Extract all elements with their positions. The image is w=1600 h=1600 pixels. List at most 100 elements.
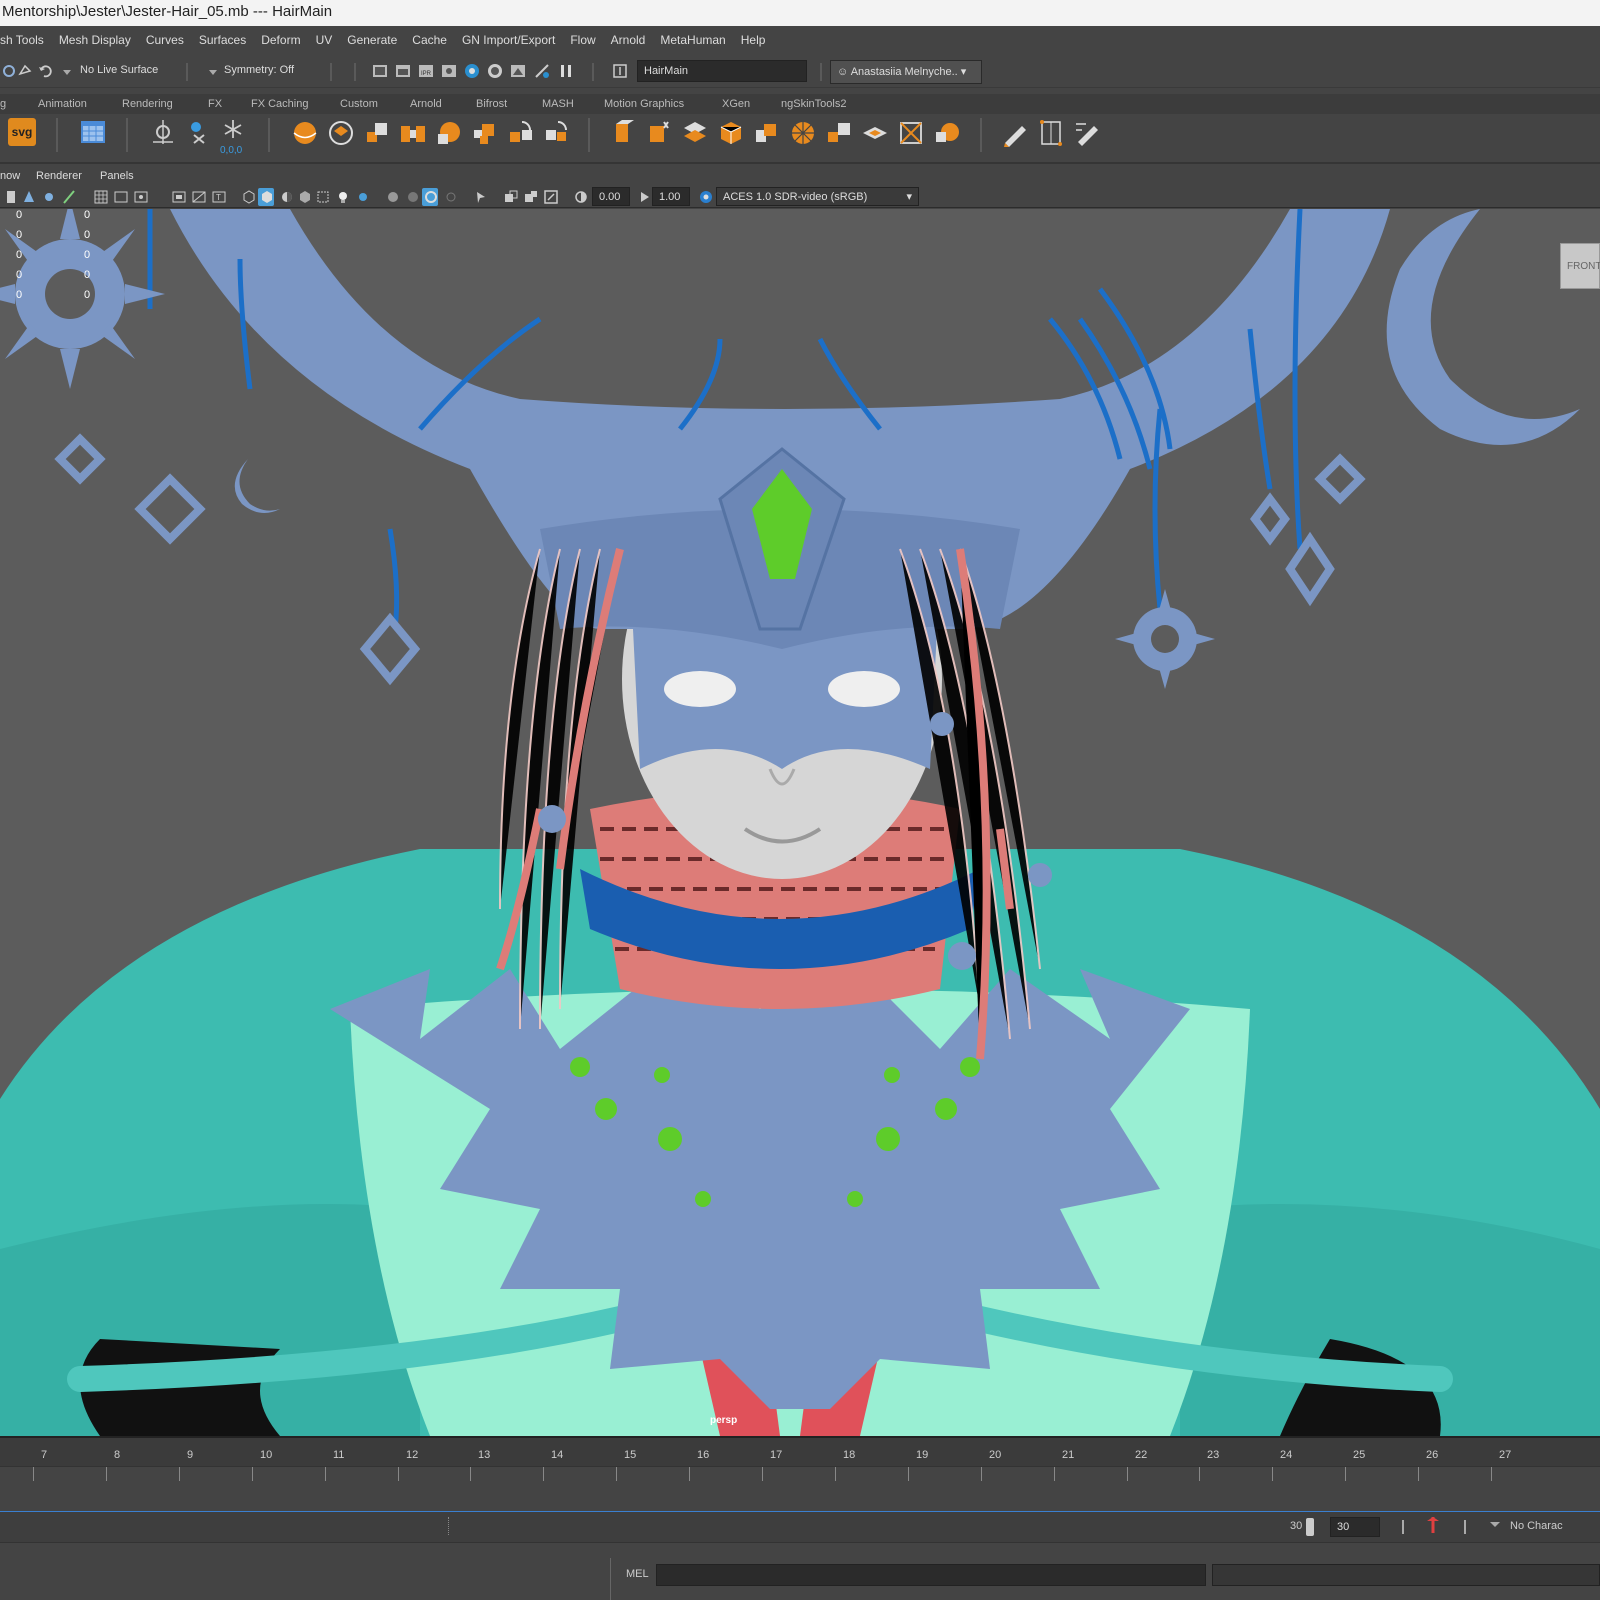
menu-cache[interactable]: Cache — [412, 26, 447, 55]
render-frame-icon[interactable] — [371, 62, 389, 80]
account-dropdown[interactable]: ☺ Anastasiia Melnyche.. ▾ — [830, 60, 982, 84]
textured-icon[interactable] — [296, 188, 312, 206]
ipr-icon[interactable]: IPR — [417, 62, 435, 80]
shelf-tab-custom[interactable]: Custom — [340, 94, 378, 114]
chevron-down-icon[interactable] — [1486, 1516, 1500, 1534]
bevel-tool-icon[interactable] — [434, 118, 464, 148]
wireframe-icon[interactable] — [240, 188, 256, 206]
character-set-field[interactable]: No Charac — [1510, 1520, 1563, 1532]
default-material-icon[interactable] — [278, 188, 294, 206]
shelf-tab-animation[interactable]: Animation — [38, 94, 87, 114]
lattice-tool-icon[interactable] — [1036, 118, 1066, 148]
depth-of-field-icon[interactable] — [442, 188, 458, 206]
xray-icon[interactable] — [314, 188, 330, 206]
shelf-tab-mash[interactable]: MASH — [542, 94, 574, 114]
svg-tool-icon[interactable]: svg — [8, 118, 36, 146]
shelf-tab-ngskintools2[interactable]: ngSkinTools2 — [781, 94, 846, 114]
hypershade-icon[interactable] — [463, 62, 481, 80]
auto-key-icon[interactable] — [1424, 1516, 1442, 1534]
shadows-icon[interactable] — [354, 188, 370, 206]
menu-surfaces[interactable]: Surfaces — [199, 26, 246, 55]
time-slider[interactable]: 7 8 9 10 11 12 13 14 15 16 17 18 19 20 21 22 23 24 25 26 27 — [0, 1449, 1600, 1513]
mirror-tool-icon[interactable] — [542, 118, 572, 148]
gate-mask-icon[interactable] — [170, 188, 186, 206]
combine-tool-icon[interactable] — [470, 118, 500, 148]
color-space-dropdown[interactable]: ACES 1.0 SDR-video (sRGB) ▾ — [716, 187, 919, 206]
range-end-field[interactable]: 30 — [1330, 1517, 1380, 1537]
calendar-tool-icon[interactable] — [78, 117, 108, 147]
layer-tool-icon[interactable] — [326, 118, 356, 148]
panel-menu-panels[interactable]: Panels — [100, 166, 134, 186]
isolate-select-icon[interactable] — [472, 188, 488, 206]
boolean-tool-icon[interactable] — [752, 118, 782, 148]
shelf-tab-motion-graphics[interactable]: Motion Graphics — [604, 94, 684, 114]
select-camera-icon[interactable] — [20, 188, 34, 206]
exposure-field[interactable]: 0.00 — [592, 187, 630, 206]
camera-name-field[interactable]: HairMain — [637, 60, 807, 82]
joint-tool-icon[interactable] — [148, 117, 178, 147]
menu-metahuman[interactable]: MetaHuman — [660, 26, 725, 55]
color-management-icon[interactable] — [697, 188, 713, 206]
anti-aliasing-icon[interactable] — [422, 188, 438, 206]
shelf-tab-xgen[interactable]: XGen — [722, 94, 750, 114]
command-language-label[interactable]: MEL — [626, 1568, 649, 1580]
menu-deform[interactable]: Deform — [261, 26, 300, 55]
shelf-tab-rendering[interactable]: Rendering — [122, 94, 173, 114]
view-cube[interactable]: FRONT — [1560, 243, 1600, 289]
menu-mesh-tools[interactable]: sh Tools — [0, 26, 44, 55]
menu-uv[interactable]: UV — [316, 26, 333, 55]
two-sided-lighting-icon[interactable] — [542, 188, 558, 206]
field-chart-icon[interactable] — [190, 188, 206, 206]
transform-tool-icon[interactable] — [896, 118, 926, 148]
gamma-icon[interactable] — [636, 188, 650, 206]
menu-generate[interactable]: Generate — [347, 26, 397, 55]
smooth-shade-icon[interactable] — [258, 188, 274, 206]
skin-weight-icon[interactable] — [184, 117, 214, 147]
viewport-persp[interactable]: 0 0 0 0 0 0 0 0 0 0 FRONT persp — [0, 209, 1600, 1436]
ambient-occlusion-icon[interactable] — [384, 188, 400, 206]
lights-icon[interactable] — [334, 188, 350, 206]
menu-arnold[interactable]: Arnold — [611, 26, 646, 55]
gamma-field[interactable]: 1.00 — [652, 187, 690, 206]
multi-cut-icon[interactable] — [608, 118, 638, 148]
resolution-gate-icon[interactable] — [132, 188, 148, 206]
motion-blur-icon[interactable] — [404, 188, 420, 206]
menu-help[interactable]: Help — [741, 26, 766, 55]
cube-extrude-icon[interactable] — [362, 118, 392, 148]
render-view-icon[interactable] — [486, 62, 504, 80]
shelf-tab-fx[interactable]: FX — [208, 94, 222, 114]
frame-all-icon[interactable] — [502, 188, 518, 206]
dropdown-arrow-icon[interactable] — [204, 63, 217, 81]
shelf-tab-rigging[interactable]: g — [0, 94, 6, 114]
grid-icon[interactable] — [92, 188, 108, 206]
film-gate-icon[interactable] — [112, 188, 128, 206]
bookmark-icon[interactable] — [2, 188, 16, 206]
render-sequence-icon[interactable] — [533, 62, 551, 80]
safe-action-icon[interactable]: T — [210, 188, 226, 206]
separate-tool-icon[interactable] — [506, 118, 536, 148]
menu-mesh-display[interactable]: Mesh Display — [59, 26, 131, 55]
symmetry-field[interactable]: Symmetry: Off — [218, 61, 318, 81]
pause-icon[interactable] — [557, 62, 575, 80]
undo-icon[interactable] — [36, 62, 54, 80]
range-handle[interactable] — [448, 1517, 450, 1535]
lock-camera-icon[interactable] — [40, 188, 54, 206]
sphere-tool-icon[interactable] — [290, 118, 320, 148]
edge-loop-icon[interactable] — [644, 118, 674, 148]
range-slider-knob[interactable] — [1306, 1518, 1314, 1536]
exposure-icon[interactable] — [572, 188, 588, 206]
plane-tool-icon[interactable] — [860, 118, 890, 148]
reduce-tool-icon[interactable] — [824, 118, 854, 148]
dropdown-arrow-icon[interactable] — [58, 63, 71, 81]
sculpt-tool-icon[interactable] — [788, 118, 818, 148]
menu-curves[interactable]: Curves — [146, 26, 184, 55]
target-weld-icon[interactable] — [680, 118, 710, 148]
frame-selected-icon[interactable] — [522, 188, 538, 206]
shelf-tab-bifrost[interactable]: Bifrost — [476, 94, 507, 114]
arnold-render-icon[interactable] — [509, 62, 527, 80]
shelf-tab-arnold[interactable]: Arnold — [410, 94, 442, 114]
bridge-tool-icon[interactable] — [398, 118, 428, 148]
render-settings-icon[interactable] — [440, 62, 458, 80]
uv-tool-icon[interactable] — [932, 118, 962, 148]
pencil-curve-icon[interactable] — [1000, 118, 1030, 148]
